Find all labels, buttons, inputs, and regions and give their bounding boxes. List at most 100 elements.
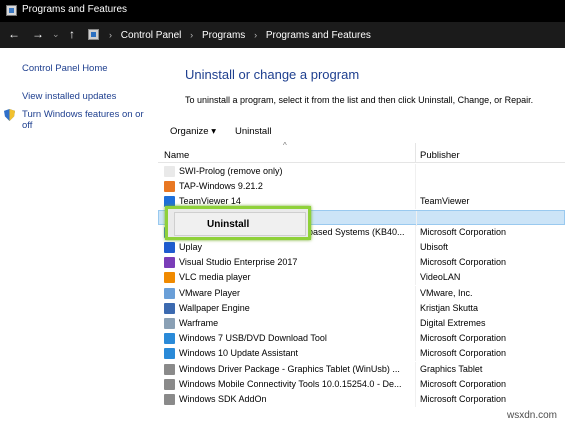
column-divider	[415, 286, 416, 301]
column-divider	[415, 194, 416, 209]
installer-icon	[164, 364, 175, 375]
table-row[interactable]: VMware Player VMware, Inc.	[158, 286, 565, 301]
table-row[interactable]: Windows Driver Package - Graphics Tablet…	[158, 362, 565, 377]
page-description: To uninstall a program, select it from t…	[185, 95, 534, 105]
shield-icon	[4, 109, 15, 121]
program-name: Windows 7 USB/DVD Download Tool	[179, 333, 327, 343]
sidebar: Control Panel Home View installed update…	[0, 48, 158, 427]
column-divider	[415, 316, 416, 331]
turn-windows-features-line2: off	[22, 120, 33, 131]
organize-label: Organize	[170, 126, 209, 137]
address-bar: ← → ⌄ ↑ › Control Panel › Programs › Pro…	[0, 22, 565, 48]
program-publisher: Microsoft Corporation	[420, 227, 507, 237]
table-row[interactable]: Windows 10 Update Assistant Microsoft Cor…	[158, 346, 565, 361]
column-divider	[415, 346, 416, 361]
installer-icon	[164, 379, 175, 390]
column-divider	[415, 377, 416, 392]
column-divider	[415, 240, 416, 255]
breadcrumb-separator: ›	[190, 30, 194, 40]
windows-icon	[164, 348, 175, 359]
column-divider	[415, 362, 416, 377]
table-row[interactable]: Windows Mobile Connectivity Tools 10.0.1…	[158, 377, 565, 392]
table-row[interactable]: Uplay Ubisoft	[158, 240, 565, 255]
program-name: TeamViewer 14	[179, 196, 241, 206]
program-name: Windows 10 Update Assistant	[179, 348, 299, 358]
program-name: Visual Studio Enterprise 2017	[179, 257, 298, 267]
program-publisher: Ubisoft	[420, 242, 449, 252]
uninstall-button[interactable]: Uninstall	[235, 126, 271, 137]
program-name: Windows Driver Package - Graphics Tablet…	[179, 364, 400, 374]
watermark: wsxdn.com	[506, 410, 557, 421]
program-name: Wallpaper Engine	[179, 303, 250, 313]
column-divider	[415, 225, 416, 240]
recent-locations-icon[interactable]: ⌄	[52, 28, 60, 40]
table-row[interactable]: Windows 7 USB/DVD Download Tool Microsoft…	[158, 331, 565, 346]
vlc-icon	[164, 272, 175, 283]
location-icon	[88, 29, 99, 40]
view-installed-updates-link[interactable]: View installed updates	[22, 91, 116, 102]
program-name: Windows SDK AddOn	[179, 394, 267, 404]
breadcrumb-separator: ›	[109, 30, 112, 40]
sort-arrow-icon: ^	[283, 141, 287, 150]
program-publisher: TeamViewer	[420, 196, 470, 206]
breadcrumb-control-panel[interactable]: Control Panel	[121, 30, 182, 41]
column-header: ^ Name Publisher	[158, 141, 565, 163]
back-icon[interactable]: ←	[8, 28, 20, 40]
program-name: Uplay	[179, 242, 203, 252]
program-publisher: VideoLAN	[420, 272, 461, 282]
visual-studio-icon	[164, 257, 175, 268]
program-publisher: VMware, Inc.	[420, 288, 473, 298]
control-panel-icon	[6, 5, 17, 16]
toolbar: Organize ▾ Uninstall	[158, 121, 565, 141]
page-title: Uninstall or change a program	[185, 67, 360, 82]
vmware-icon	[164, 288, 175, 299]
column-divider	[415, 270, 416, 285]
table-row[interactable]: VLC media player VideoLAN	[158, 270, 565, 285]
turn-windows-features-link[interactable]: Turn Windows features on or off	[22, 109, 144, 131]
program-name: VLC media player	[179, 272, 251, 282]
column-divider	[415, 331, 416, 346]
table-row[interactable]: Windows SDK AddOn Microsoft Corporation	[158, 392, 565, 407]
program-publisher: Digital Extremes	[420, 318, 486, 328]
turn-windows-features-line1: Turn Windows features on or	[22, 109, 144, 120]
program-name: VMware Player	[179, 288, 241, 298]
chevron-down-icon: ▾	[211, 126, 216, 137]
column-divider	[415, 392, 416, 407]
tap-icon	[164, 181, 175, 192]
column-publisher[interactable]: Publisher	[420, 150, 460, 161]
warframe-icon	[164, 318, 175, 329]
program-publisher: Microsoft Corporation	[420, 379, 507, 389]
table-row[interactable]: SWI-Prolog (remove only)	[158, 164, 565, 179]
program-name: Warframe	[179, 318, 219, 328]
column-divider	[415, 179, 416, 194]
program-publisher: Microsoft Corporation	[420, 348, 507, 358]
up-icon[interactable]: ↑	[69, 28, 75, 40]
window-title: Programs and Features	[22, 4, 128, 15]
program-publisher: Microsoft Corporation	[420, 257, 507, 267]
breadcrumb-programs-and-features[interactable]: Programs and Features	[266, 30, 371, 41]
organize-button[interactable]: Organize ▾	[170, 126, 216, 137]
column-divider	[415, 164, 416, 179]
column-divider	[415, 255, 416, 270]
table-row[interactable]: Visual Studio Enterprise 2017 Microsoft C…	[158, 255, 565, 270]
breadcrumb-separator: ›	[254, 30, 258, 40]
windows-icon	[164, 333, 175, 344]
forward-icon[interactable]: →	[32, 28, 44, 40]
column-name[interactable]: Name	[164, 150, 189, 161]
column-divider	[415, 301, 416, 316]
program-publisher: Kristjan Skutta	[420, 303, 479, 313]
program-name: Windows Mobile Connectivity Tools 10.0.1…	[179, 379, 402, 389]
program-publisher: Microsoft Corporation	[420, 394, 507, 404]
context-menu-uninstall[interactable]: Uninstall	[174, 212, 306, 236]
context-menu-uninstall-label: Uninstall	[207, 219, 250, 230]
title-bar: Programs and Features	[0, 0, 565, 22]
column-divider[interactable]	[415, 143, 416, 163]
table-row[interactable]: Wallpaper Engine Kristjan Skutta	[158, 301, 565, 316]
breadcrumb-programs[interactable]: Programs	[202, 30, 245, 41]
program-publisher: Graphics Tablet	[420, 364, 483, 374]
control-panel-home-link[interactable]: Control Panel Home	[22, 63, 108, 74]
column-divider	[416, 211, 417, 226]
table-row[interactable]: Warframe Digital Extremes	[158, 316, 565, 331]
table-row[interactable]: TAP-Windows 9.21.2	[158, 179, 565, 194]
installer-icon	[164, 394, 175, 405]
